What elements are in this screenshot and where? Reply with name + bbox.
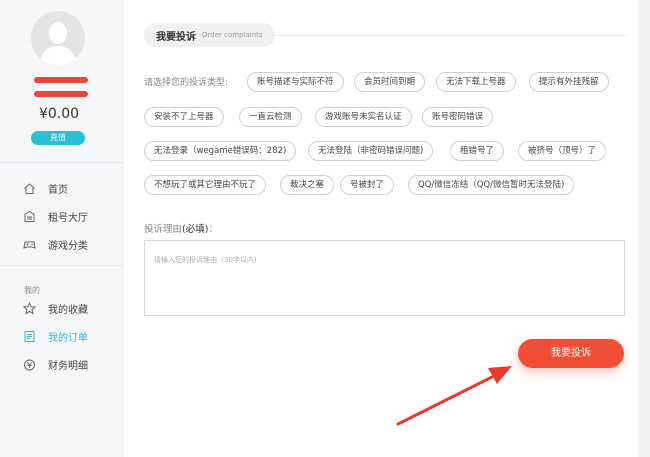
money-icon xyxy=(22,357,36,371)
complaint-reason-label: 投诉理由(必填)： xyxy=(144,221,218,235)
balance-amount: ¥0.00 xyxy=(38,106,80,122)
sidebar-item-finance[interactable]: 财务明细 xyxy=(22,355,88,373)
sidebar-item-label: 我的收藏 xyxy=(48,304,88,316)
gamepad-icon xyxy=(22,237,36,251)
sidebar-item-favorites[interactable]: 我的收藏 xyxy=(22,299,88,317)
redacted-username xyxy=(34,77,88,83)
complaint-panel: 我要投诉 Order complaints 请选择您的投诉类型: 账号描述与实际… xyxy=(124,0,638,457)
complaint-type-tag[interactable]: 租错号了 xyxy=(450,141,505,161)
sidebar-item-label: 我的订单 xyxy=(48,332,88,344)
submit-complaint-button[interactable]: 我要投诉 xyxy=(518,339,624,368)
complaint-type-tag[interactable]: 无法下载上号器 xyxy=(436,72,516,92)
complaint-reason-input[interactable] xyxy=(144,240,625,316)
complaint-type-tag[interactable]: 游戏账号未实名认证 xyxy=(315,107,412,127)
complaint-type-tag[interactable]: 无法登陆（非密码错误问题) xyxy=(308,141,434,161)
complaint-type-tag[interactable]: 无法登录（wegame错误码：282) xyxy=(144,141,297,161)
star-icon xyxy=(22,301,36,315)
sidebar: ¥0.00 充值 首页 租号大厅 游戏分类 我的 我的收藏 我的订单 财务明细 xyxy=(0,0,124,457)
recharge-button[interactable]: 充值 xyxy=(31,131,85,145)
complaint-type-tag[interactable]: 被挤号（顶号）了 xyxy=(518,141,607,161)
complaint-type-tag[interactable]: 一直云检测 xyxy=(239,107,302,127)
redacted-username xyxy=(34,91,88,97)
sidebar-item-home[interactable]: 首页 xyxy=(22,179,68,197)
shop-icon xyxy=(22,209,36,223)
title-text: 我要投诉 xyxy=(156,31,196,43)
reason-required-text: (必填) xyxy=(182,224,209,235)
reason-label-text: 投诉理由 xyxy=(144,224,183,235)
sidebar-item-label: 财务明细 xyxy=(48,360,88,372)
sidebar-item-rent-hall[interactable]: 租号大厅 xyxy=(22,207,88,225)
sidebar-item-label: 首页 xyxy=(48,184,68,196)
complaint-type-tag[interactable]: 不想玩了或其它理由不玩了 xyxy=(144,175,267,195)
title-divider xyxy=(268,35,630,36)
complaint-type-tag[interactable]: 账号密码错误 xyxy=(422,107,494,127)
user-silhouette-icon xyxy=(31,11,85,65)
complaint-type-tag[interactable]: 会员时间到期 xyxy=(354,72,426,92)
complaint-type-tag[interactable]: 提示有外挂残留 xyxy=(529,72,609,92)
home-icon xyxy=(22,181,36,195)
complaint-type-tag[interactable]: 裁决之塞 xyxy=(280,175,335,195)
complaint-type-tag[interactable]: 号被封了 xyxy=(340,175,395,195)
sidebar-item-label: 租号大厅 xyxy=(48,212,88,224)
complaint-type-tag[interactable]: 安装不了上号器 xyxy=(144,107,224,127)
title-subtitle: Order complaints xyxy=(202,31,263,39)
section-label-mine: 我的 xyxy=(24,286,40,295)
page-title: 我要投诉 Order complaints xyxy=(144,23,275,47)
sidebar-item-game-category[interactable]: 游戏分类 xyxy=(22,235,88,253)
complaint-type-tag[interactable]: 账号描述与实际不符 xyxy=(247,72,344,92)
divider xyxy=(0,265,124,266)
complaint-type-label: 请选择您的投诉类型: xyxy=(144,78,229,88)
reason-label-colon: ： xyxy=(208,224,218,235)
sidebar-item-label: 游戏分类 xyxy=(48,240,88,252)
complaint-type-tag[interactable]: QQ/微信冻结（QQ/微信暂时无法登陆) xyxy=(408,175,575,195)
divider xyxy=(0,162,124,163)
avatar[interactable] xyxy=(31,11,85,65)
sidebar-item-orders[interactable]: 我的订单 xyxy=(22,327,88,345)
order-icon xyxy=(22,329,36,343)
window-edge xyxy=(638,0,650,457)
